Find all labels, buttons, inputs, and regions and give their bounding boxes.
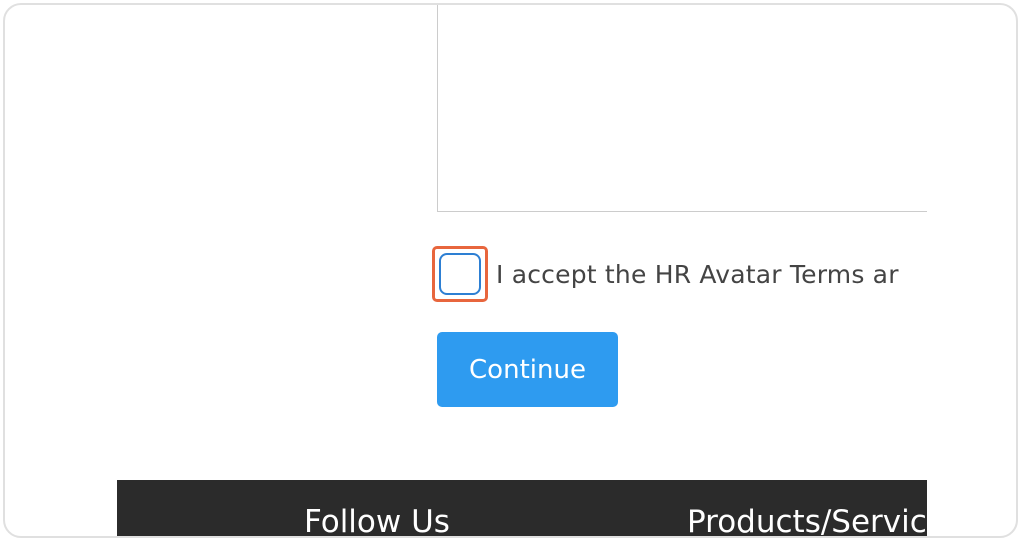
continue-button[interactable]: Continue <box>437 332 618 407</box>
terms-textarea[interactable] <box>437 5 927 212</box>
footer-heading-products-services: Products/Servic <box>687 504 927 538</box>
terms-consent-row: I accept the HR Avatar Terms ar <box>432 243 899 305</box>
footer-heading-follow-us: Follow Us <box>304 504 450 538</box>
accept-terms-label[interactable]: I accept the HR Avatar Terms ar <box>496 260 899 289</box>
site-footer: Follow Us Products/Servic <box>117 480 927 538</box>
screenshot-frame: I accept the HR Avatar Terms ar Continue… <box>3 3 1018 538</box>
checkbox-highlight <box>432 246 488 302</box>
page-content: I accept the HR Avatar Terms ar Continue… <box>117 5 927 538</box>
accept-terms-checkbox[interactable] <box>439 253 481 295</box>
